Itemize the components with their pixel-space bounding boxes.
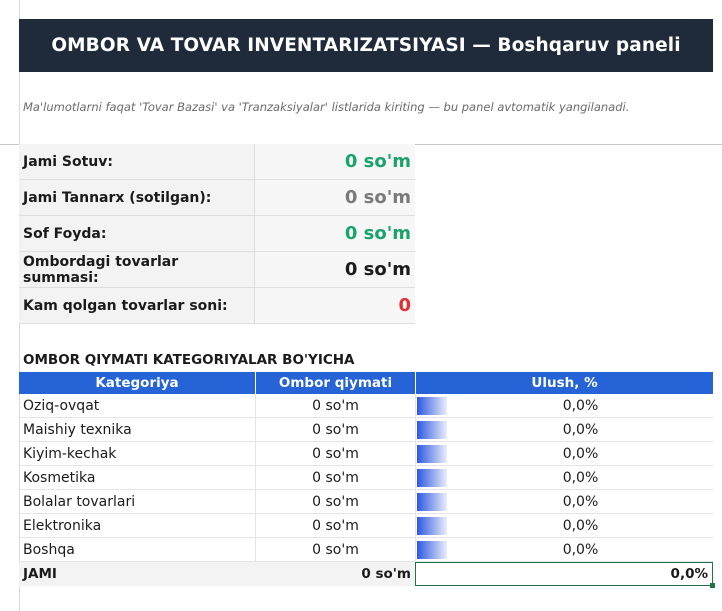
category-cell[interactable]: Kiyim-kechak (19, 442, 255, 465)
kpi-value-cell[interactable]: 0 so'm (255, 216, 415, 251)
category-cell[interactable]: Oziq-ovqat (19, 394, 255, 417)
total-value-cell[interactable]: 0 so'm (255, 562, 415, 586)
kpi-block: Jami Sotuv: 0 so'm Jami Tannarx (sotilgan)… (19, 144, 415, 324)
table-row: Boshqa 0 so'm 0,0% (19, 538, 713, 562)
kpi-row: Jami Tannarx (sotilgan): 0 so'm (19, 180, 415, 216)
stock-value-cell[interactable]: 0 so'm (255, 514, 415, 537)
share-value: 0,0% (562, 397, 599, 414)
stock-value-cell[interactable]: 0 so'm (255, 490, 415, 513)
stock-value-cell[interactable]: 0 so'm (255, 418, 415, 441)
share-value: 0,0% (562, 541, 599, 558)
share-data-bar (417, 469, 447, 487)
table-row: Kosmetika 0 so'm 0,0% (19, 466, 713, 490)
share-data-bar (417, 421, 447, 439)
fill-handle[interactable] (710, 583, 715, 588)
category-table: Kategoriya Ombor qiymati Ulush, % Oziq-o… (19, 372, 715, 588)
share-cell[interactable]: 0,0% (415, 490, 713, 513)
share-data-bar (417, 397, 447, 415)
kpi-row: Ombordagi tovarlar summasi: 0 so'm (19, 252, 415, 288)
stock-value-cell[interactable]: 0 so'm (255, 466, 415, 489)
table-row: Oziq-ovqat 0 so'm 0,0% (19, 394, 713, 418)
share-data-bar (417, 517, 447, 535)
kpi-value-cell[interactable]: 0 so'm (255, 252, 415, 287)
kpi-label-cell[interactable]: Jami Sotuv: (19, 144, 255, 179)
kpi-value-cell[interactable]: 0 (255, 288, 415, 323)
share-value: 0,0% (562, 421, 599, 438)
stock-value-cell[interactable]: 0 so'm (255, 394, 415, 417)
category-cell[interactable]: Bolalar tovarlari (19, 490, 255, 513)
kpi-label-cell[interactable]: Kam qolgan tovarlar soni: (19, 288, 255, 323)
share-value: 0,0% (562, 469, 599, 486)
category-cell[interactable]: Maishiy texnika (19, 418, 255, 441)
total-label-cell[interactable]: JAMI (19, 562, 255, 586)
share-cell[interactable]: 0,0% (415, 442, 713, 465)
total-share-value: 0,0% (670, 566, 708, 582)
table-total-row: JAMI 0 so'm 0,0% (19, 562, 715, 588)
table-row: Maishiy texnika 0 so'm 0,0% (19, 418, 713, 442)
dashboard-title: OMBOR VA TOVAR INVENTARIZATSIYASI — Bosh… (51, 35, 681, 56)
kpi-row: Sof Foyda: 0 so'm (19, 216, 415, 252)
table-body: Oziq-ovqat 0 so'm 0,0% Maishiy texnika 0 so'… (19, 394, 713, 562)
kpi-row: Jami Sotuv: 0 so'm (19, 144, 415, 180)
header-cell-stock-value[interactable]: Ombor qiymati (255, 372, 415, 394)
share-value: 0,0% (562, 517, 599, 534)
share-cell[interactable]: 0,0% (415, 514, 713, 537)
table-row: Elektronika 0 so'm 0,0% (19, 514, 713, 538)
table-row: Bolalar tovarlari 0 so'm 0,0% (19, 490, 713, 514)
share-value: 0,0% (562, 445, 599, 462)
section-title: OMBOR QIYMATI KATEGORIYALAR BO'YICHA (23, 352, 355, 368)
kpi-row: Kam qolgan tovarlar soni: 0 (19, 288, 415, 324)
share-data-bar (417, 541, 447, 559)
kpi-value-cell[interactable]: 0 so'm (255, 180, 415, 215)
share-cell[interactable]: 0,0% (415, 418, 713, 441)
stock-value-cell[interactable]: 0 so'm (255, 538, 415, 561)
table-header: Kategoriya Ombor qiymati Ulush, % (19, 372, 713, 394)
share-data-bar (417, 493, 447, 511)
header-cell-category[interactable]: Kategoriya (19, 372, 255, 394)
header-cell-share[interactable]: Ulush, % (415, 372, 713, 394)
share-value: 0,0% (562, 493, 599, 510)
kpi-label-cell[interactable]: Sof Foyda: (19, 216, 255, 251)
share-cell[interactable]: 0,0% (415, 466, 713, 489)
stock-value-cell[interactable]: 0 so'm (255, 442, 415, 465)
category-cell[interactable]: Boshqa (19, 538, 255, 561)
share-cell[interactable]: 0,0% (415, 538, 713, 561)
instruction-note: Ma'lumotlarni faqat 'Tovar Bazasi' va 'T… (23, 100, 630, 114)
kpi-label-cell[interactable]: Ombordagi tovarlar summasi: (19, 252, 255, 287)
share-cell[interactable]: 0,0% (415, 394, 713, 417)
dashboard-title-banner: OMBOR VA TOVAR INVENTARIZATSIYASI — Bosh… (19, 19, 713, 72)
category-cell[interactable]: Kosmetika (19, 466, 255, 489)
total-share-cell-selected[interactable]: 0,0% (415, 562, 715, 588)
kpi-value-cell[interactable]: 0 so'm (255, 144, 415, 179)
table-row: Kiyim-kechak 0 so'm 0,0% (19, 442, 713, 466)
kpi-label-cell[interactable]: Jami Tannarx (sotilgan): (19, 180, 255, 215)
category-cell[interactable]: Elektronika (19, 514, 255, 537)
share-data-bar (417, 445, 447, 463)
